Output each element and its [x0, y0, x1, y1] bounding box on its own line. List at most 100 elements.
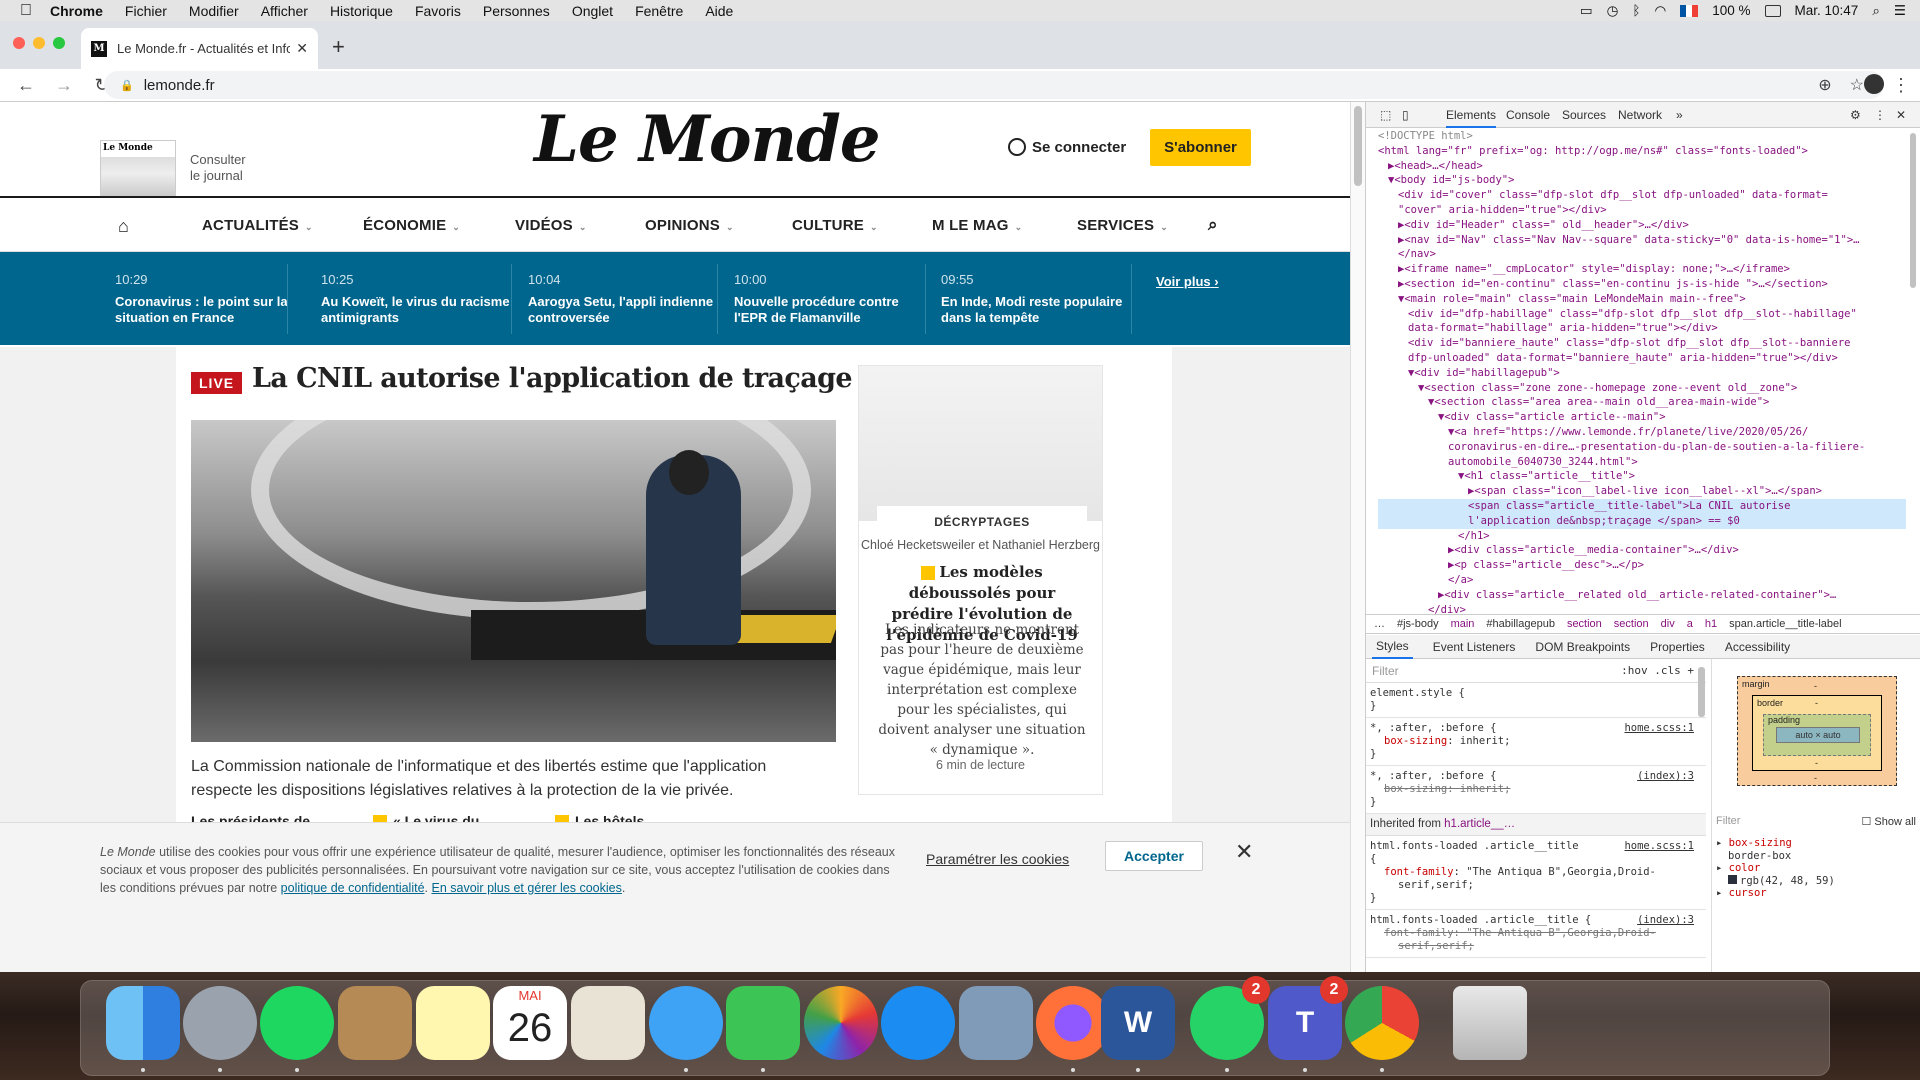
- menu-historique[interactable]: Historique: [330, 3, 393, 19]
- new-tab-button[interactable]: +: [332, 34, 345, 60]
- menu-modifier[interactable]: Modifier: [189, 3, 239, 19]
- menu-fichier[interactable]: Fichier: [125, 3, 167, 19]
- clock[interactable]: Mar. 10:47: [1795, 3, 1859, 18]
- accept-cookies-button[interactable]: Accepter: [1105, 841, 1203, 871]
- messages-dock-icon[interactable]: [649, 986, 723, 1060]
- chrome-menu-icon[interactable]: ⋮: [1892, 75, 1910, 96]
- dom-scrollbar-thumb[interactable]: [1910, 133, 1916, 288]
- lock-icon[interactable]: 🔒: [120, 79, 134, 92]
- prop-name[interactable]: font-family: [1384, 927, 1454, 939]
- install-icon[interactable]: ⊕: [1818, 75, 1831, 95]
- tab-sources[interactable]: Sources: [1562, 108, 1606, 122]
- dom-node-line[interactable]: ▼<div class="article article--main">: [1378, 410, 1906, 425]
- dom-node-line[interactable]: <div id="cover" class="dfp-slot dfp__slo…: [1378, 188, 1906, 203]
- breadcrumb-item[interactable]: main: [1451, 618, 1475, 630]
- dom-node-line[interactable]: "cover" aria-hidden="true"></div>: [1378, 203, 1906, 218]
- back-icon[interactable]: ←: [14, 75, 38, 96]
- time-machine-icon[interactable]: ◷: [1607, 3, 1619, 19]
- show-all-checkbox[interactable]: ☐ Show all: [1862, 815, 1917, 828]
- inspect-element-icon[interactable]: ⬚: [1380, 108, 1391, 122]
- notification-center-icon[interactable]: ☰: [1894, 3, 1906, 19]
- url-text[interactable]: lemonde.fr: [144, 77, 215, 94]
- styles-filter-actions[interactable]: :hov .cls +: [1621, 664, 1694, 677]
- dom-node-line[interactable]: ▶<nav id="Nav" class="Nav Nav--square" d…: [1378, 233, 1906, 248]
- dom-node-line[interactable]: ▶<div class="article__related old__artic…: [1378, 588, 1906, 603]
- firefox-dock-icon[interactable]: [1036, 986, 1110, 1060]
- privacy-policy-link[interactable]: politique de confidentialité: [281, 881, 425, 895]
- breadcrumb-item[interactable]: h1: [1705, 618, 1717, 630]
- search-icon[interactable]: ⌕: [1208, 215, 1218, 235]
- profile-avatar[interactable]: [1864, 74, 1884, 94]
- rule-source-link[interactable]: home.scss:1: [1624, 840, 1694, 853]
- breadcrumb-item[interactable]: section: [1567, 618, 1602, 630]
- nav-videos[interactable]: VIDÉOS ⌄: [515, 217, 587, 234]
- prop-value[interactable]: inherit;: [1460, 783, 1511, 795]
- style-rule[interactable]: (index):3 html.fonts-loaded .article__tit…: [1366, 910, 1706, 958]
- dom-node-line[interactable]: ▼<div id="habillagepub">: [1378, 366, 1906, 381]
- dom-node-line[interactable]: ▼<h1 class="article__title">: [1378, 469, 1906, 484]
- contacts-dock-icon[interactable]: [338, 986, 412, 1060]
- style-rule[interactable]: home.scss:1 *, :after, :before {box-sizin…: [1366, 718, 1706, 766]
- breadcrumb-item[interactable]: #js-body: [1397, 618, 1439, 630]
- prop-value[interactable]: "The Antiqua B",Georgia,Droid-: [1466, 927, 1656, 939]
- dom-node-line[interactable]: ▼<main role="main" class="main LeMondeMa…: [1378, 292, 1906, 307]
- rule-source-link[interactable]: (index):3: [1637, 914, 1694, 927]
- prop-value[interactable]: inherit;: [1460, 735, 1511, 747]
- dom-node-line[interactable]: ▼<section class="zone zone--homepage zon…: [1378, 381, 1906, 396]
- dom-node-line[interactable]: ▶<section id="en-continu" class="en-cont…: [1378, 277, 1906, 292]
- device-toolbar-icon[interactable]: ▯: [1402, 108, 1409, 122]
- spotify-dock-icon[interactable]: [260, 986, 334, 1060]
- styles-scrollbar-thumb[interactable]: [1698, 667, 1705, 717]
- breadcrumb-item[interactable]: #habillagepub: [1486, 618, 1555, 630]
- prop-name[interactable]: box-sizing: [1384, 783, 1447, 795]
- subscribe-button[interactable]: S'abonner: [1150, 129, 1251, 166]
- dom-node-line[interactable]: ▼<body id="js-body">: [1378, 173, 1906, 188]
- browser-tab[interactable]: M Le Monde.fr - Actualités et Infos en F…: [81, 28, 318, 69]
- style-rule[interactable]: element.style {}: [1366, 683, 1706, 718]
- battery-percent[interactable]: 100 %: [1712, 3, 1750, 18]
- box-model-padding[interactable]: padding auto × auto: [1763, 714, 1871, 756]
- menu-app-chrome[interactable]: Chrome: [50, 3, 103, 19]
- computed-prop[interactable]: ▸ cursor: [1716, 887, 1835, 900]
- tab-console[interactable]: Console: [1506, 108, 1550, 122]
- rule-source-link[interactable]: (index):3: [1637, 770, 1694, 783]
- dom-node-line[interactable]: </a>: [1378, 573, 1906, 588]
- menu-personnes[interactable]: Personnes: [483, 3, 550, 19]
- dom-scrollbar[interactable]: [1907, 129, 1919, 614]
- dom-node-line[interactable]: coronavirus-en-dire…-presentation-du-pla…: [1378, 440, 1906, 455]
- bookmark-star-icon[interactable]: ☆: [1850, 75, 1864, 95]
- dom-node-line[interactable]: l'application de&nbsp;traçage </span> ==…: [1378, 513, 1906, 529]
- consulter-journal-link[interactable]: Consulter le journal: [190, 152, 246, 184]
- journal-thumbnail[interactable]: Le Monde: [100, 140, 176, 196]
- trash-dock-icon[interactable]: [1453, 986, 1527, 1060]
- dom-node-line[interactable]: <html lang="fr" prefix="og: http://ogp.m…: [1378, 144, 1906, 159]
- spotlight-icon[interactable]: ⌕: [1872, 3, 1880, 19]
- page-scrollbar[interactable]: [1350, 102, 1365, 972]
- close-devtools-icon[interactable]: ✕: [1896, 108, 1906, 122]
- style-rule[interactable]: (index):3 *, :after, :before {box-sizing:…: [1366, 766, 1706, 814]
- headline-photo[interactable]: [191, 420, 836, 742]
- breadcrumb-item[interactable]: section: [1614, 618, 1649, 630]
- side-article-card[interactable]: DÉCRYPTAGES Chloé Hecketsweiler et Natha…: [858, 365, 1103, 795]
- facetime-dock-icon[interactable]: [726, 986, 800, 1060]
- styles-filter-input[interactable]: Filter:hov .cls +: [1366, 659, 1706, 683]
- nav-m-le-mag[interactable]: M LE MAG ⌄: [932, 217, 1022, 234]
- nav-services[interactable]: SERVICES ⌄: [1077, 217, 1168, 234]
- dom-node-line[interactable]: ▼<a href="https://www.lemonde.fr/planete…: [1378, 425, 1906, 440]
- cookie-settings-link[interactable]: Paramétrer les cookies: [926, 851, 1069, 867]
- gear-icon[interactable]: ⚙: [1850, 108, 1861, 122]
- dom-node-line[interactable]: dfp-unloaded" data-format="banniere_haut…: [1378, 351, 1906, 366]
- french-flag-icon[interactable]: [1680, 4, 1699, 17]
- le-monde-logo[interactable]: Le Monde: [534, 102, 881, 177]
- nav-culture[interactable]: CULTURE ⌄: [792, 217, 878, 234]
- notes-dock-icon[interactable]: [416, 986, 490, 1060]
- home-icon[interactable]: ⌂: [118, 216, 129, 237]
- subtab-accessibility[interactable]: Accessibility: [1725, 640, 1790, 654]
- window-zoom-button[interactable]: [53, 37, 65, 49]
- word-dock-icon[interactable]: W: [1101, 986, 1175, 1060]
- subtab-styles[interactable]: Styles: [1372, 635, 1413, 659]
- ticker-item[interactable]: 10:04 Aarogya Setu, l'appli indienne cont…: [528, 272, 718, 326]
- box-model-border[interactable]: border - padding auto × auto -: [1752, 695, 1882, 771]
- more-tabs-icon[interactable]: »: [1676, 108, 1683, 122]
- ticker-item[interactable]: 10:00 Nouvelle procédure contre l'EPR de …: [734, 272, 924, 326]
